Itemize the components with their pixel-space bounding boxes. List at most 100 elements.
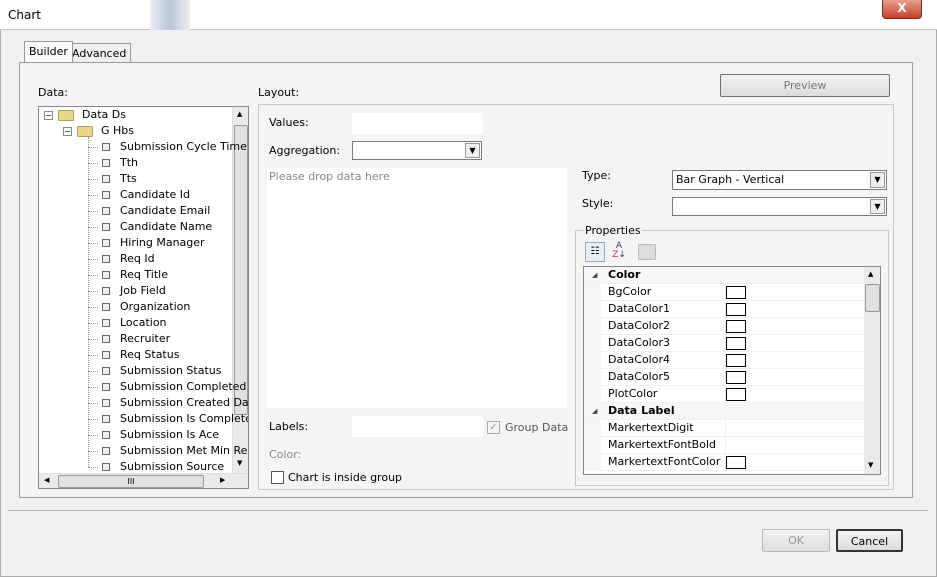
tree-field-item[interactable]: Submission Source — [120, 459, 224, 475]
style-dropdown[interactable]: ▼ — [672, 197, 887, 216]
type-dropdown[interactable]: Bar Graph - Vertical ▼ — [672, 170, 887, 190]
collapse-triangle-icon[interactable]: ◢ — [592, 403, 597, 419]
tree-horizontal-scrollbar[interactable]: ◀ III ▶ — [39, 473, 248, 488]
color-swatch[interactable] — [726, 303, 746, 316]
tree-field-item[interactable]: Location — [120, 315, 167, 331]
property-row[interactable]: MarkertextDigit — [584, 420, 864, 437]
tab-builder[interactable]: Builder — [24, 41, 73, 62]
scroll-left-icon[interactable]: ◀ — [44, 476, 49, 484]
color-swatch[interactable] — [726, 320, 746, 333]
tree-line — [88, 243, 98, 244]
close-button[interactable]: X — [882, 0, 922, 19]
labels-label: Labels: — [269, 420, 309, 433]
tree-field-item[interactable]: Submission Is Ace — [120, 427, 219, 443]
tree-line — [88, 355, 98, 356]
preview-button[interactable]: Preview — [720, 74, 890, 97]
scroll-down-icon[interactable]: ▼ — [237, 459, 242, 467]
property-category[interactable]: ◢ Color — [584, 267, 864, 284]
tree-field-item[interactable]: Submission Met Min Rec — [120, 443, 248, 459]
sort-alphabetical-icon[interactable]: A Z↓ — [609, 242, 629, 262]
property-grid-scrollbar[interactable]: ▲ ▼ — [864, 267, 880, 474]
tree-line — [88, 403, 98, 404]
tree-line — [88, 307, 98, 308]
tree-line — [88, 147, 98, 148]
property-name: DataColor4 — [608, 353, 670, 366]
tree-field-item[interactable]: Submission Status — [120, 363, 221, 379]
chevron-down-icon[interactable]: ▼ — [465, 143, 480, 158]
tree-field-item[interactable]: Submission Is Complete — [120, 411, 248, 427]
property-row[interactable]: PlotColor — [584, 386, 864, 403]
property-pages-icon[interactable] — [638, 244, 656, 260]
values-input[interactable] — [352, 113, 483, 134]
collapse-icon[interactable]: − — [44, 111, 53, 120]
tree-field-item[interactable]: Submission Completed I — [120, 379, 248, 395]
collapse-icon[interactable]: − — [63, 127, 72, 136]
tree-field-item[interactable]: Candidate Email — [120, 203, 210, 219]
scroll-up-icon[interactable]: ▲ — [237, 110, 242, 118]
property-grid[interactable]: ▲ ▼ ◢ Color BgColor DataColor1 DataColor2 Dat… — [583, 266, 881, 475]
tree-line — [88, 467, 98, 468]
property-category[interactable]: ◢ Data Label — [584, 403, 864, 420]
tab-advanced[interactable]: Advanced — [67, 43, 132, 62]
tree-field-item[interactable]: Req Title — [120, 267, 168, 283]
tree-field-item[interactable]: Organization — [120, 299, 190, 315]
scroll-up-icon[interactable]: ▲ — [868, 270, 873, 278]
property-name: MarkertextFontColor — [608, 455, 721, 468]
color-swatch[interactable] — [726, 354, 746, 367]
tree-line — [88, 435, 98, 436]
field-icon — [102, 415, 110, 423]
tree-field-item[interactable]: Submission Cycle Time — [120, 139, 247, 155]
drop-area[interactable]: Please drop data here — [267, 168, 567, 408]
property-row[interactable]: DataColor4 — [584, 352, 864, 369]
property-name: DataColor1 — [608, 302, 670, 315]
tree-field-item[interactable]: Candidate Name — [120, 219, 212, 235]
tree-field-item[interactable]: Req Id — [120, 251, 155, 267]
tree-field-item[interactable]: Job Field — [120, 283, 166, 299]
collapse-triangle-icon[interactable]: ◢ — [592, 267, 597, 283]
property-name: DataColor2 — [608, 319, 670, 332]
group-data-checkbox[interactable]: ✓ — [487, 421, 500, 434]
color-swatch[interactable] — [726, 337, 746, 350]
data-tree[interactable]: − Data Ds − G Hbs ▲ ▼ ◀ III ▶ Submission… — [38, 106, 249, 489]
property-row[interactable]: DataColor1 — [584, 301, 864, 318]
folder-icon — [58, 110, 74, 121]
property-row[interactable]: MarkertextFontColor — [584, 454, 864, 471]
chevron-down-icon[interactable]: ▼ — [870, 199, 885, 214]
chevron-down-icon[interactable]: ▼ — [870, 172, 885, 188]
scroll-down-icon[interactable]: ▼ — [868, 461, 873, 469]
scroll-thumb[interactable]: III — [58, 475, 204, 488]
tree-line — [88, 291, 98, 292]
scroll-right-icon[interactable]: ▶ — [220, 476, 225, 484]
tree-line — [88, 137, 89, 467]
ok-button[interactable]: OK — [762, 529, 830, 552]
color-label: Color: — [269, 448, 302, 461]
tree-field-item[interactable]: Tth — [120, 155, 138, 171]
aggregation-dropdown[interactable]: ▼ — [352, 141, 482, 160]
tree-node-root[interactable]: Data Ds — [82, 107, 126, 123]
color-swatch[interactable] — [726, 456, 746, 469]
tree-field-item[interactable]: Hiring Manager — [120, 235, 205, 251]
color-swatch[interactable] — [726, 286, 746, 299]
labels-input[interactable] — [352, 416, 483, 437]
scroll-thumb[interactable] — [234, 125, 248, 415]
cancel-button[interactable]: Cancel — [836, 529, 903, 552]
tree-field-item[interactable]: Tts — [120, 171, 137, 187]
category-name: Color — [608, 268, 641, 281]
properties-label: Properties — [584, 224, 642, 237]
property-row[interactable]: BgColor — [584, 284, 864, 301]
scroll-thumb[interactable] — [865, 284, 880, 312]
tree-field-item[interactable]: Submission Created Da — [120, 395, 248, 411]
property-row[interactable]: MarkertextFontBold — [584, 437, 864, 454]
property-row[interactable]: DataColor5 — [584, 369, 864, 386]
tree-field-item[interactable]: Candidate Id — [120, 187, 190, 203]
property-row[interactable]: DataColor2 — [584, 318, 864, 335]
categorized-view-icon[interactable]: ☷ — [585, 242, 605, 262]
property-row[interactable]: DataColor3 — [584, 335, 864, 352]
color-swatch[interactable] — [726, 388, 746, 401]
tree-field-item[interactable]: Recruiter — [120, 331, 170, 347]
color-swatch[interactable] — [726, 371, 746, 384]
inside-group-checkbox[interactable] — [271, 471, 284, 484]
background-window-ghost — [150, 0, 190, 30]
tree-node-group[interactable]: G Hbs — [101, 123, 134, 139]
tree-field-item[interactable]: Req Status — [120, 347, 179, 363]
